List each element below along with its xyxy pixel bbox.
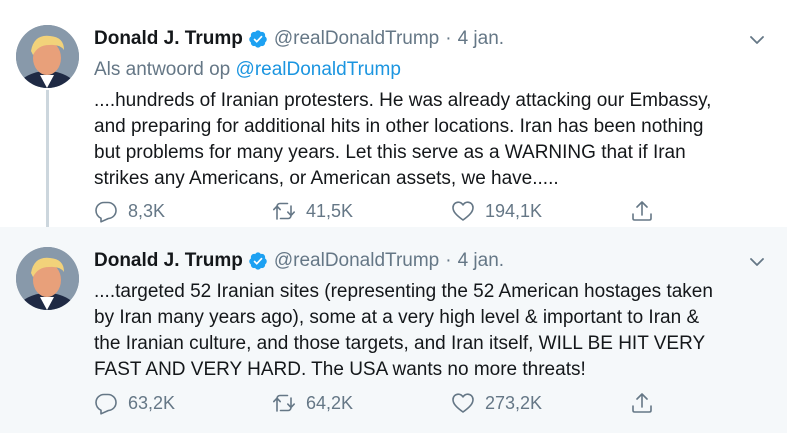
tweet[interactable]: Donald J. Trump @realDonaldTrump · 4 jan… — [0, 227, 787, 433]
thread-connector-line — [46, 90, 49, 227]
separator-dot: · — [445, 28, 452, 49]
tweet-header: Donald J. Trump @realDonaldTrump · 4 jan… — [94, 27, 504, 51]
retweet-button[interactable]: 64,2K — [272, 391, 353, 415]
retweet-icon — [273, 202, 295, 220]
share-icon — [632, 393, 652, 413]
tweet-actions: 8,3K 41,5K 194,1K — [94, 199, 654, 223]
like-count: 273,2K — [485, 392, 543, 413]
reply-icon — [95, 393, 117, 415]
like-button[interactable]: 194,1K — [451, 199, 542, 223]
reply-count: 63,2K — [128, 392, 176, 413]
verified-badge-icon — [248, 251, 268, 271]
reply-handle-link[interactable]: @realDonaldTrump — [236, 59, 401, 80]
reply-context: Als antwoord op @realDonaldTrump — [94, 58, 401, 82]
share-button[interactable] — [630, 391, 664, 415]
chevron-down-icon[interactable] — [749, 32, 765, 48]
like-button[interactable]: 273,2K — [451, 391, 542, 415]
tweet-text: ....targeted 52 Iranian sites (represent… — [94, 281, 713, 380]
reply-button[interactable]: 8,3K — [94, 199, 165, 223]
like-icon — [452, 201, 474, 221]
reply-button[interactable]: 63,2K — [94, 391, 175, 415]
retweet-button[interactable]: 41,5K — [272, 199, 353, 223]
reply-count: 8,3K — [128, 200, 166, 221]
tweet-header: Donald J. Trump @realDonaldTrump · 4 jan… — [94, 249, 504, 273]
retweet-count: 41,5K — [306, 200, 354, 221]
tweet-date[interactable]: 4 jan. — [458, 249, 504, 273]
tweet[interactable]: Donald J. Trump @realDonaldTrump · 4 jan… — [0, 0, 787, 227]
tweet-text: ....hundreds of Iranian protesters. He w… — [94, 90, 712, 189]
separator-dot: · — [445, 250, 452, 271]
author-name[interactable]: Donald J. Trump — [94, 27, 243, 51]
tweet-date[interactable]: 4 jan. — [458, 27, 504, 51]
author-name[interactable]: Donald J. Trump — [94, 249, 243, 273]
share-button[interactable] — [630, 199, 664, 223]
author-handle[interactable]: @realDonaldTrump — [274, 249, 439, 273]
share-icon — [632, 201, 652, 221]
verified-badge-icon — [248, 29, 268, 49]
reply-icon — [95, 201, 117, 223]
tweet-actions: 63,2K 64,2K 273,2K — [94, 391, 654, 415]
retweet-icon — [273, 394, 295, 412]
author-handle[interactable]: @realDonaldTrump — [274, 27, 439, 51]
avatar[interactable] — [16, 247, 79, 310]
like-icon — [452, 393, 474, 413]
reply-prefix: Als antwoord op — [94, 59, 231, 80]
like-count: 194,1K — [485, 200, 543, 221]
avatar[interactable] — [16, 25, 79, 88]
chevron-down-icon[interactable] — [749, 254, 765, 270]
retweet-count: 64,2K — [306, 392, 354, 413]
